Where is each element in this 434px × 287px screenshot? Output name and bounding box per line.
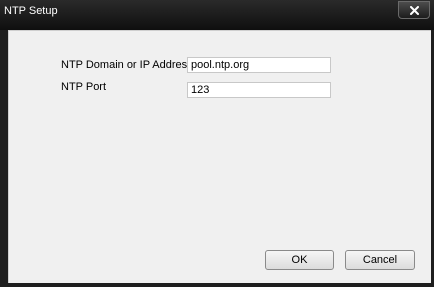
window-title: NTP Setup [4, 5, 58, 17]
title-bar: NTP Setup [0, 0, 434, 30]
ntp-setup-dialog: NTP Setup NTP Domain or IP Address NTP P… [0, 0, 434, 287]
domain-label: NTP Domain or IP Address [61, 59, 193, 71]
close-button[interactable] [398, 1, 430, 19]
close-x-icon [409, 5, 419, 15]
cancel-button[interactable]: Cancel [345, 250, 415, 270]
domain-input[interactable] [187, 57, 331, 73]
dialog-content: NTP Domain or IP Address NTP Port OK Can… [8, 30, 431, 283]
ok-button[interactable]: OK [265, 250, 334, 270]
port-label: NTP Port [61, 81, 107, 93]
port-input[interactable] [187, 82, 331, 98]
